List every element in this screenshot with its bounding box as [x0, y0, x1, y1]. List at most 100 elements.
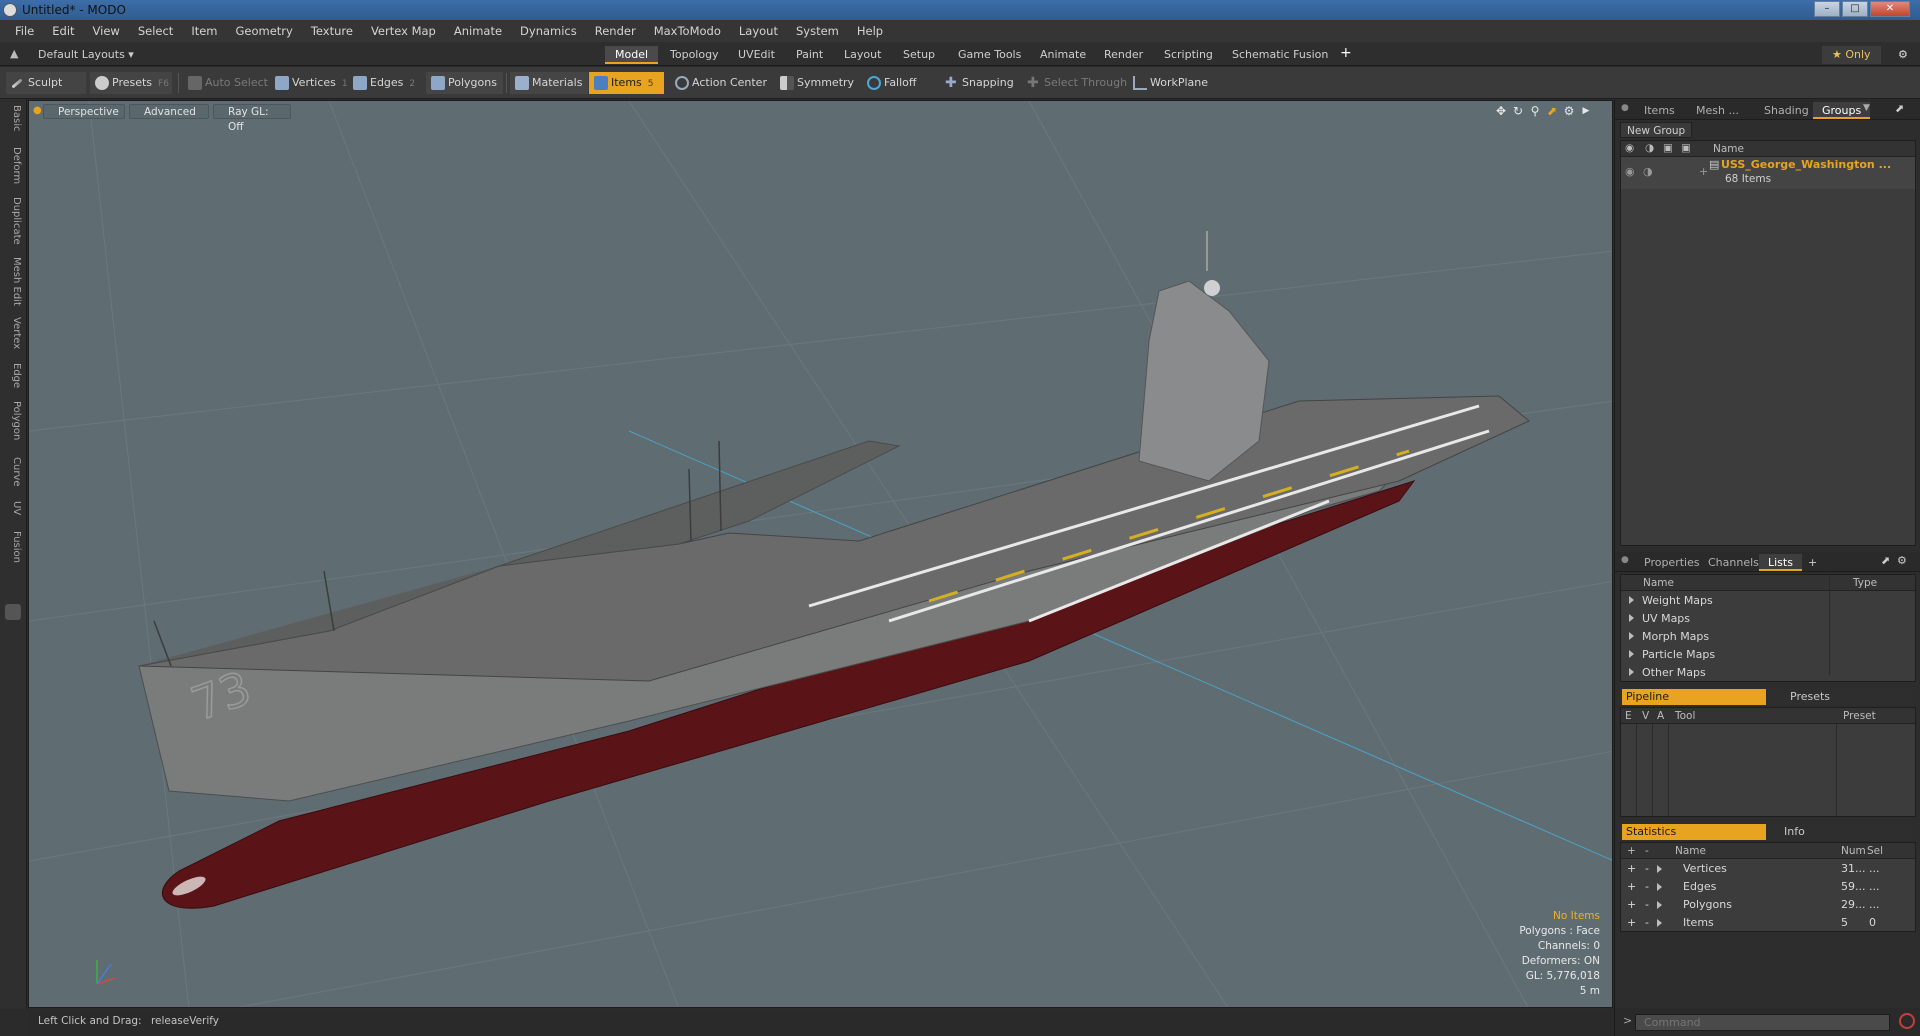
- menu-file[interactable]: File: [6, 24, 43, 38]
- menu-animate[interactable]: Animate: [445, 24, 511, 38]
- group-expand-icon[interactable]: +: [1699, 165, 1708, 178]
- menu-dynamics[interactable]: Dynamics: [511, 24, 586, 38]
- falloff-button[interactable]: Falloff: [862, 72, 922, 94]
- layout-selector[interactable]: Default Layouts ▾: [28, 46, 144, 64]
- tab-presets[interactable]: Presets: [1768, 689, 1913, 705]
- vtab-deform[interactable]: Deform: [4, 147, 22, 184]
- tab-pipeline[interactable]: Pipeline: [1622, 689, 1766, 705]
- 3d-viewport[interactable]: 73 ● Perspective Advanced Ray GL: Off ✥ …: [28, 100, 1613, 1008]
- menu-help[interactable]: Help: [848, 24, 892, 38]
- list-item[interactable]: Morph Maps: [1621, 628, 1915, 646]
- rotate-icon[interactable]: ↻: [1511, 104, 1525, 118]
- menu-maxtomodo[interactable]: MaxToModo: [645, 24, 730, 38]
- tab-lists[interactable]: Lists: [1759, 554, 1802, 571]
- action-center-button[interactable]: Action Center: [670, 72, 773, 94]
- new-group-button[interactable]: New Group: [1620, 122, 1693, 138]
- viewport-menu-dot[interactable]: ●: [33, 105, 42, 116]
- menu-vertex-map[interactable]: Vertex Map: [362, 24, 445, 38]
- menu-geometry[interactable]: Geometry: [227, 24, 302, 38]
- materials-button[interactable]: Materials: [510, 72, 589, 94]
- tabs-dropdown-icon[interactable]: ▼: [1863, 103, 1870, 113]
- view-type-dropdown[interactable]: Perspective: [43, 104, 125, 119]
- tab-layout[interactable]: Layout: [834, 46, 891, 64]
- menu-layout[interactable]: Layout: [730, 24, 787, 38]
- tab-properties[interactable]: Properties: [1635, 554, 1709, 571]
- viewport-expand-arrow-icon[interactable]: ▶: [1579, 104, 1593, 118]
- pan-icon[interactable]: ✥: [1494, 104, 1508, 118]
- tab-groups[interactable]: Groups: [1813, 102, 1871, 119]
- tab-scripting[interactable]: Scripting: [1154, 46, 1223, 64]
- presets-button[interactable]: Presets F6: [90, 72, 172, 94]
- menu-system[interactable]: System: [787, 24, 848, 38]
- raygl-toggle[interactable]: Ray GL: Off: [213, 104, 291, 133]
- maximize-button[interactable]: □: [1842, 1, 1868, 17]
- viewport-settings-icon[interactable]: ⚙: [1562, 104, 1576, 118]
- stats-row[interactable]: + - Vertices 31... ...: [1621, 860, 1915, 878]
- tab-topology[interactable]: Topology: [660, 46, 729, 64]
- remove-selection-icon[interactable]: -: [1645, 860, 1649, 878]
- polygons-button[interactable]: Polygons: [426, 72, 503, 94]
- tab-shading[interactable]: Shading: [1755, 102, 1818, 119]
- remove-selection-icon[interactable]: -: [1645, 896, 1649, 914]
- mid-panel-gear-icon[interactable]: ⚙: [1897, 554, 1907, 567]
- menu-view[interactable]: View: [84, 24, 129, 38]
- command-history-icon[interactable]: [1899, 1013, 1915, 1029]
- auto-select-button[interactable]: Auto Select: [183, 72, 274, 94]
- panel-dot-icon[interactable]: ●: [1621, 103, 1629, 113]
- close-button[interactable]: ✕: [1870, 1, 1910, 17]
- vertices-button[interactable]: Vertices 1: [270, 72, 354, 94]
- list-item[interactable]: Weight Maps: [1621, 592, 1915, 610]
- add-selection-icon[interactable]: +: [1627, 860, 1636, 878]
- tab-model[interactable]: Model: [605, 46, 659, 64]
- add-panel-tab-icon[interactable]: +: [1799, 554, 1826, 571]
- vtab-duplicate[interactable]: Duplicate: [4, 197, 22, 245]
- add-selection-icon[interactable]: +: [1627, 878, 1636, 896]
- mid-panel-dot-icon[interactable]: ●: [1621, 555, 1629, 565]
- tab-uvedit[interactable]: UVEdit: [728, 46, 785, 64]
- vtab-uv[interactable]: UV: [4, 501, 22, 515]
- remove-selection-icon[interactable]: -: [1645, 878, 1649, 896]
- zoom-icon[interactable]: ⚲: [1528, 104, 1542, 118]
- vtab-curve[interactable]: Curve: [4, 457, 22, 487]
- vtab-basic[interactable]: Basic: [4, 105, 22, 131]
- panel-expand-icon[interactable]: ⬈: [1895, 102, 1904, 115]
- mid-panel-expand-icon[interactable]: ⬈: [1881, 554, 1890, 567]
- symmetry-button[interactable]: Symmetry: [775, 72, 860, 94]
- tab-render[interactable]: Render: [1094, 46, 1153, 64]
- vtab-fusion[interactable]: Fusion: [4, 531, 22, 563]
- group-name[interactable]: USS_George_Washington ...: [1721, 158, 1891, 171]
- menu-select[interactable]: Select: [129, 24, 182, 38]
- tab-info[interactable]: Info: [1768, 824, 1913, 840]
- vtab-mesh-edit[interactable]: Mesh Edit: [4, 257, 22, 306]
- tab-channels[interactable]: Channels: [1699, 554, 1768, 571]
- layout-menu-icon[interactable]: ▲: [10, 47, 18, 60]
- edges-button[interactable]: Edges 2: [348, 72, 421, 94]
- workplane-button[interactable]: WorkPlane: [1128, 72, 1214, 94]
- sculpt-button[interactable]: Sculpt: [6, 72, 86, 94]
- add-selection-icon[interactable]: +: [1627, 914, 1636, 932]
- menu-render[interactable]: Render: [586, 24, 645, 38]
- select-through-button[interactable]: ✚ Select Through: [1022, 72, 1133, 94]
- add-tab-icon[interactable]: +: [1330, 44, 1362, 62]
- vtab-edge[interactable]: Edge: [4, 363, 22, 388]
- remove-selection-icon[interactable]: -: [1645, 914, 1649, 932]
- stats-row[interactable]: + - Edges 59... ...: [1621, 878, 1915, 896]
- menu-item[interactable]: Item: [182, 24, 226, 38]
- fit-view-icon[interactable]: ⬈: [1545, 104, 1559, 118]
- tab-schematic-fusion[interactable]: Schematic Fusion: [1222, 46, 1338, 64]
- vtab-polygon[interactable]: Polygon: [4, 401, 22, 440]
- tab-game-tools[interactable]: Game Tools: [948, 46, 1031, 64]
- menu-texture[interactable]: Texture: [302, 24, 362, 38]
- menu-edit[interactable]: Edit: [43, 24, 83, 38]
- group-row[interactable]: ◉ ◑ + ▤ USS_George_Washington ... 68 Ite…: [1621, 157, 1915, 189]
- tab-statistics[interactable]: Statistics: [1622, 824, 1766, 840]
- tab-mesh[interactable]: Mesh ...: [1687, 102, 1748, 119]
- stats-row[interactable]: + - Polygons 29... ...: [1621, 896, 1915, 914]
- list-item[interactable]: Particle Maps: [1621, 646, 1915, 664]
- snapping-button[interactable]: ✚ Snapping: [940, 72, 1020, 94]
- tab-items[interactable]: Items: [1635, 102, 1684, 119]
- items-button[interactable]: Items 5: [589, 72, 664, 94]
- list-item[interactable]: Other Maps: [1621, 664, 1915, 682]
- minimize-button[interactable]: –: [1814, 1, 1840, 17]
- group-render-icon[interactable]: ◑: [1643, 165, 1653, 178]
